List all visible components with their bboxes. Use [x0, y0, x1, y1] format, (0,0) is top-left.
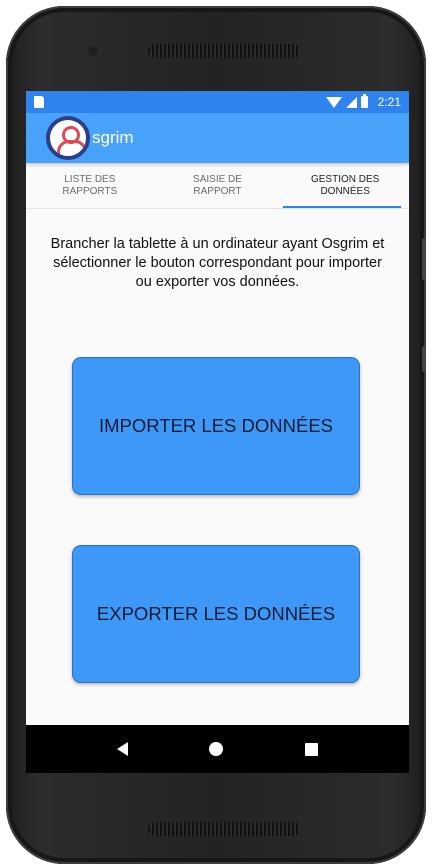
- export-data-button[interactable]: EXPORTER LES DONNÉES: [72, 545, 360, 683]
- app-logo: [46, 116, 90, 160]
- status-time: 2:21: [377, 95, 401, 109]
- bottom-speaker: [148, 822, 300, 836]
- import-button-label: IMPORTER LES DONNÉES: [98, 415, 334, 436]
- app-bar: sgrim: [26, 113, 409, 163]
- sd-card-icon: [34, 96, 44, 108]
- back-icon[interactable]: [116, 742, 128, 756]
- power-button: [422, 346, 426, 372]
- volume-button: [422, 238, 426, 280]
- home-icon[interactable]: [209, 742, 224, 756]
- app-screen: 2:21 sgrim LISTE DES RAPPORTS SAISIE DE …: [26, 91, 409, 773]
- tab-bar: LISTE DES RAPPORTS SAISIE DE RAPPORT GES…: [26, 163, 409, 209]
- app-title: sgrim: [92, 128, 134, 147]
- tab-label: GESTION DES DONNÉES: [310, 173, 380, 197]
- tab-label: SAISIE DE RAPPORT: [193, 173, 242, 197]
- system-nav-bar: [26, 725, 409, 773]
- export-button-label: EXPORTER LES DONNÉES: [96, 603, 336, 624]
- instructions-text: Brancher la tablette à un ordinateur aya…: [50, 236, 385, 290]
- earpiece-speaker: [148, 44, 300, 58]
- wifi-icon: [325, 96, 342, 108]
- tab-label: LISTE DES RAPPORTS: [62, 173, 118, 197]
- recents-icon[interactable]: [305, 742, 319, 756]
- import-data-button[interactable]: IMPORTER LES DONNÉES: [72, 357, 360, 495]
- cell-signal-icon: [345, 96, 357, 108]
- tab-saisie-de-rapport[interactable]: SAISIE DE RAPPORT: [154, 163, 282, 208]
- battery-icon: [360, 94, 368, 108]
- status-icons: 2:21: [325, 94, 401, 109]
- status-bar: 2:21: [26, 91, 409, 113]
- front-camera: [88, 46, 98, 56]
- tab-gestion-des-donnees[interactable]: GESTION DES DONNÉES: [281, 163, 409, 208]
- person-body-shape: [57, 140, 86, 156]
- tab-liste-des-rapports[interactable]: LISTE DES RAPPORTS: [26, 163, 154, 208]
